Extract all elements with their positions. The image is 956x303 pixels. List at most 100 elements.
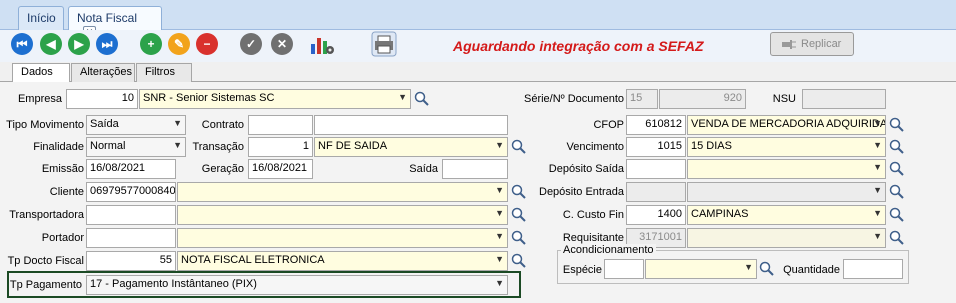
- cfop-value: VENDA DE MERCADORIA ADQUIRIDA: [691, 118, 886, 130]
- add-icon[interactable]: +: [140, 33, 162, 55]
- search-icon[interactable]: [889, 117, 905, 133]
- vencimento-label: Vencimento: [566, 141, 624, 153]
- tab-filtros[interactable]: Filtros: [136, 63, 192, 82]
- contrato-label: Contrato: [201, 119, 244, 131]
- tp-pagamento-value: 17 - Pagamento Instântaneo (PIX): [90, 278, 257, 290]
- tab-nota-fiscal-label: Nota Fiscal: [77, 11, 138, 25]
- requisitante-select[interactable]: ▼: [687, 228, 886, 248]
- tp-pagamento-select[interactable]: 17 - Pagamento Instântaneo (PIX) ▼: [86, 275, 508, 295]
- chart-settings-icon[interactable]: [309, 32, 335, 56]
- tipo-movimento-label: Tipo Movimento: [6, 119, 84, 131]
- chevron-down-icon: ▼: [873, 140, 882, 150]
- empresa-code-field[interactable]: 10: [66, 89, 138, 109]
- deposito-saida-label: Depósito Saída: [548, 163, 624, 175]
- tp-docto-code-field[interactable]: 55: [86, 251, 176, 271]
- transacao-value: NF DE SAIDA: [318, 140, 388, 152]
- vencimento-select[interactable]: 15 DIAS ▼: [687, 137, 886, 157]
- search-icon[interactable]: [414, 91, 430, 107]
- transportadora-select[interactable]: ▼: [177, 205, 508, 225]
- portador-code-field[interactable]: [86, 228, 176, 248]
- deposito-entrada-select[interactable]: ▼: [687, 182, 886, 202]
- acondicionamento-label: Acondicionamento: [561, 244, 656, 256]
- search-icon[interactable]: [759, 261, 775, 277]
- finalidade-value: Normal: [90, 140, 126, 152]
- saida-field[interactable]: [442, 159, 508, 179]
- next-record-icon[interactable]: ▶: [68, 33, 90, 55]
- deposito-saida-select[interactable]: ▼: [687, 159, 886, 179]
- first-record-icon[interactable]: ⏮: [11, 33, 33, 55]
- search-icon[interactable]: [511, 253, 527, 269]
- contrato-name-field[interactable]: [314, 115, 508, 135]
- cliente-select[interactable]: ▼: [177, 182, 508, 202]
- deposito-saida-code-field[interactable]: [626, 159, 686, 179]
- finalidade-select[interactable]: Normal ▼: [86, 137, 186, 157]
- chevron-down-icon: ▼: [398, 92, 407, 102]
- cliente-code-field[interactable]: 06979577000840: [86, 182, 176, 202]
- serie-label: Série/Nº Documento: [523, 93, 624, 105]
- search-icon[interactable]: [889, 207, 905, 223]
- transportadora-label: Transportadora: [9, 209, 84, 221]
- chevron-down-icon: ▼: [495, 278, 504, 288]
- chevron-down-icon: ▼: [495, 208, 504, 218]
- chevron-down-icon: ▼: [173, 140, 182, 150]
- print-icon[interactable]: [370, 30, 398, 58]
- saida-label: Saída: [409, 163, 438, 175]
- custo-code-field[interactable]: 1400: [626, 205, 686, 225]
- transportadora-code-field[interactable]: [86, 205, 176, 225]
- emissao-field[interactable]: 16/08/2021: [86, 159, 176, 179]
- tab-inicio-label: Início: [27, 11, 56, 25]
- tp-docto-select[interactable]: NOTA FISCAL ELETRONICA ▼: [177, 251, 508, 271]
- cfop-code-field[interactable]: 610812: [626, 115, 686, 135]
- geracao-field[interactable]: 16/08/2021: [248, 159, 313, 179]
- serie-field[interactable]: 15: [626, 89, 658, 109]
- sub-tab-bar: Dados Alterações Filtros: [0, 62, 956, 83]
- cancel-icon[interactable]: ✕: [271, 33, 293, 55]
- cfop-select[interactable]: VENDA DE MERCADORIA ADQUIRIDA ▼: [687, 115, 886, 135]
- search-icon[interactable]: [889, 230, 905, 246]
- tab-dados-label: Dados: [21, 66, 53, 78]
- last-record-icon[interactable]: ⏭: [96, 33, 118, 55]
- contrato-code-field[interactable]: [248, 115, 313, 135]
- portador-select[interactable]: ▼: [177, 228, 508, 248]
- especie-label: Espécie: [562, 264, 602, 276]
- tp-docto-label: Tp Docto Fiscal: [7, 255, 84, 267]
- tipo-movimento-select[interactable]: Saída ▼: [86, 115, 186, 135]
- previous-record-icon[interactable]: ◀: [40, 33, 62, 55]
- edit-icon[interactable]: ✎: [168, 33, 190, 55]
- especie-code-field[interactable]: [604, 259, 644, 279]
- search-icon[interactable]: [511, 139, 527, 155]
- search-icon[interactable]: [889, 184, 905, 200]
- tab-alteracoes[interactable]: Alterações: [71, 63, 135, 82]
- tp-docto-value: NOTA FISCAL ELETRONICA: [181, 254, 325, 266]
- vencimento-code-field[interactable]: 1015: [626, 137, 686, 157]
- tab-nota-fiscal[interactable]: Nota Fiscal✕: [68, 6, 162, 40]
- tab-inicio[interactable]: Início: [18, 6, 64, 30]
- quantidade-label: Quantidade: [783, 264, 840, 276]
- transacao-code-field[interactable]: 1: [248, 137, 313, 157]
- custo-select[interactable]: CAMPINAS ▼: [687, 205, 886, 225]
- cfop-label: CFOP: [593, 119, 624, 131]
- delete-icon[interactable]: −: [196, 33, 218, 55]
- document-tab-bar: Início Nota Fiscal✕: [0, 0, 956, 40]
- tab-dados[interactable]: Dados: [12, 63, 70, 83]
- deposito-entrada-code-field[interactable]: [626, 182, 686, 202]
- emissao-label: Emissão: [41, 163, 84, 175]
- search-icon[interactable]: [889, 139, 905, 155]
- chevron-down-icon: ▼: [744, 262, 753, 272]
- vencimento-value: 15 DIAS: [691, 140, 732, 152]
- empresa-select[interactable]: SNR - Senior Sistemas SC ▼: [139, 89, 411, 109]
- transacao-select[interactable]: NF DE SAIDA ▼: [314, 137, 508, 157]
- chevron-down-icon: ▼: [495, 231, 504, 241]
- especie-select[interactable]: ▼: [645, 259, 757, 279]
- chevron-down-icon: ▼: [873, 162, 882, 172]
- quantidade-field[interactable]: [843, 259, 903, 279]
- tipo-movimento-value: Saída: [90, 118, 119, 130]
- geracao-label: Geração: [201, 163, 244, 175]
- search-icon[interactable]: [889, 161, 905, 177]
- confirm-icon[interactable]: ✓: [240, 33, 262, 55]
- numero-documento-field[interactable]: 920: [659, 89, 746, 109]
- chevron-down-icon: ▼: [873, 118, 882, 128]
- empresa-label: Empresa: [17, 93, 62, 105]
- finalidade-label: Finalidade: [33, 141, 84, 153]
- nsu-field[interactable]: [802, 89, 886, 109]
